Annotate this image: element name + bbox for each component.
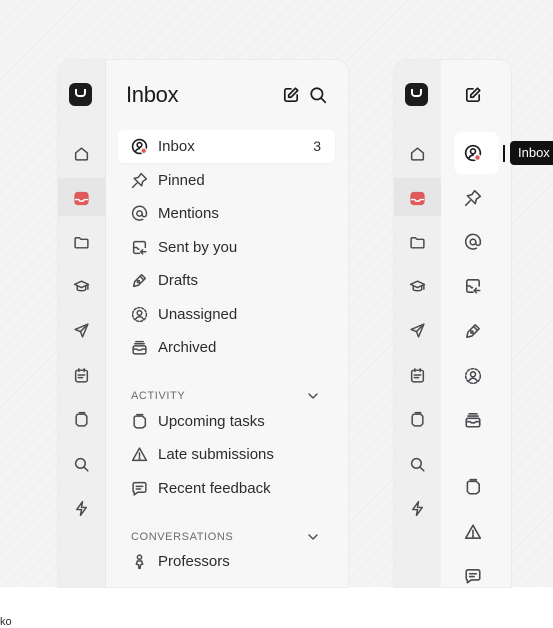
sent-icon[interactable]: [464, 277, 482, 295]
folder-icon[interactable]: [405, 230, 429, 254]
compose-icon[interactable]: [464, 86, 482, 104]
nav-item-label: Upcoming tasks: [158, 413, 265, 430]
graduation-cap-icon[interactable]: [69, 274, 93, 298]
inbox-person-icon[interactable]: [464, 144, 482, 162]
chevron-down-icon[interactable]: [307, 531, 319, 543]
nav-item-label: Late submissions: [158, 446, 274, 463]
calendar-note-icon[interactable]: [405, 363, 429, 387]
feedback-icon[interactable]: [464, 567, 482, 585]
footer-text: ko: [0, 616, 12, 628]
nav-item-label: Professors: [158, 553, 230, 570]
home-icon[interactable]: [405, 141, 429, 165]
compose-icon[interactable]: [282, 86, 300, 104]
at-icon: [131, 205, 148, 221]
icon-rail: [58, 60, 106, 587]
nav-item-label: Recent feedback: [158, 480, 271, 497]
icon-rail: [394, 60, 442, 587]
nav-item-upcoming-tasks[interactable]: Upcoming tasks: [118, 405, 335, 438]
nav-item-drafts[interactable]: Drafts: [118, 264, 335, 297]
search-icon[interactable]: [69, 452, 93, 476]
nav-item-sent-by-you[interactable]: Sent by you: [118, 231, 335, 264]
bolt-icon[interactable]: [69, 496, 93, 520]
inbox-tray-icon[interactable]: [405, 186, 429, 210]
nav-item-label: Drafts: [158, 272, 199, 289]
nav-item-label: Pinned: [158, 172, 205, 189]
section-heading-conversations: CONVERSATIONS: [131, 531, 234, 543]
bolt-icon[interactable]: [405, 496, 429, 520]
search-icon[interactable]: [309, 86, 327, 104]
nav-item-archived[interactable]: Archived: [118, 331, 335, 364]
tasks-icon: [133, 413, 147, 429]
collapsed-nav-column: [441, 60, 511, 587]
tasks-icon[interactable]: [464, 478, 482, 496]
calendar-note-icon[interactable]: [69, 363, 93, 387]
home-icon[interactable]: [69, 141, 93, 165]
chevron-down-icon[interactable]: [307, 390, 319, 402]
at-icon[interactable]: [464, 233, 482, 251]
app-logo[interactable]: [69, 83, 92, 106]
nav-item-professors[interactable]: Professors: [118, 545, 335, 578]
unassigned-icon[interactable]: [464, 367, 482, 385]
archive-icon[interactable]: [464, 411, 482, 429]
graduation-cap-icon[interactable]: [405, 274, 429, 298]
nav-item-mentions[interactable]: Mentions: [118, 197, 335, 230]
nav-item-pinned[interactable]: Pinned: [118, 164, 335, 197]
nav-item-late-submissions[interactable]: Late submissions: [118, 438, 335, 471]
sent-icon: [132, 240, 147, 255]
section-heading-activity: ACTIVITY: [131, 390, 186, 402]
page-title: Inbox: [126, 82, 179, 107]
nav-item-unassigned[interactable]: Unassigned: [118, 298, 335, 331]
nav-item-label: Unassigned: [158, 306, 238, 323]
nav-item-label: Archived: [158, 339, 217, 356]
inbox-tray-icon[interactable]: [69, 186, 93, 210]
tooltip-pointer: [503, 145, 505, 162]
pin-icon: [131, 172, 148, 189]
app-logo[interactable]: [405, 83, 428, 106]
warning-icon: [131, 447, 148, 462]
nav-item-recent-feedback[interactable]: Recent feedback: [118, 472, 335, 505]
send-icon[interactable]: [69, 318, 93, 342]
archive-icon: [132, 340, 147, 355]
pen-icon: [132, 273, 147, 288]
tooltip-inbox: Inbox: [510, 141, 553, 165]
send-icon[interactable]: [405, 318, 429, 342]
pin-icon[interactable]: [464, 189, 482, 207]
nav-item-label: Inbox: [158, 138, 195, 155]
search-icon[interactable]: [405, 452, 429, 476]
pen-icon[interactable]: [464, 322, 482, 340]
nav-item-label: Mentions: [158, 205, 219, 222]
feedback-icon: [132, 481, 147, 496]
inbox-panel-collapsed: [394, 60, 511, 587]
professors-icon: [135, 554, 144, 570]
inbox-panel-expanded: Inbox Inbox 3 Pinned Mentions Sent by yo…: [58, 60, 348, 587]
unread-count: 3: [313, 138, 321, 154]
nav-item-label: Sent by you: [158, 239, 238, 256]
unassigned-icon: [131, 306, 148, 323]
inbox-person-icon: [131, 138, 148, 155]
warning-icon[interactable]: [464, 523, 482, 541]
layers-icon[interactable]: [69, 407, 93, 431]
folder-icon[interactable]: [69, 230, 93, 254]
layers-icon[interactable]: [405, 407, 429, 431]
nav-item-inbox[interactable]: Inbox 3: [118, 130, 335, 163]
